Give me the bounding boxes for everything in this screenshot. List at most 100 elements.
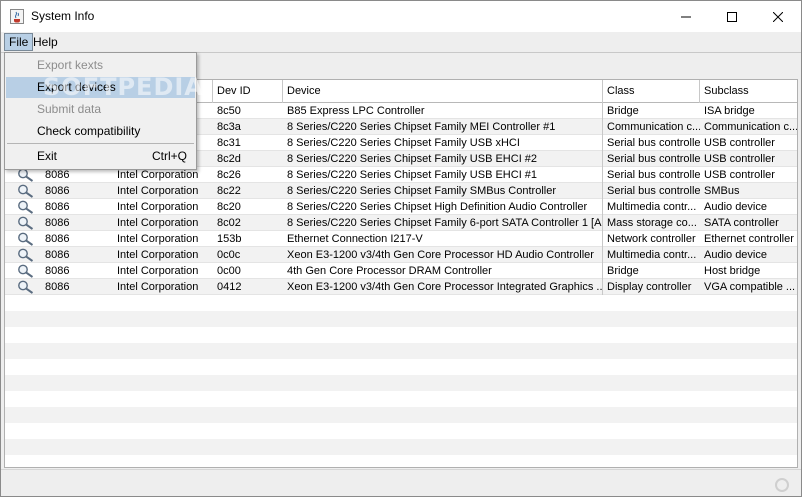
device-cell: Ethernet Connection I217-V xyxy=(283,231,603,247)
device-cell: Xeon E3-1200 v3/4th Gen Core Processor I… xyxy=(283,279,603,295)
empty-row xyxy=(5,407,797,423)
device-cell: 8 Series/C220 Series Chipset Family MEI … xyxy=(283,119,603,135)
class-cell: Network controller xyxy=(607,233,696,245)
details-cell[interactable] xyxy=(5,215,41,231)
device-cell: 8 Series/C220 Series Chipset Family USB … xyxy=(283,167,603,183)
dev-id-cell: 8c20 xyxy=(217,201,241,213)
table-row[interactable]: 8086 Intel Corporation 153b Ethernet Connec… xyxy=(5,231,797,247)
dev-id-cell: 8c50 xyxy=(217,105,241,117)
vendor-cell: Intel Corporation xyxy=(117,265,199,277)
subclass-cell: VGA compatible ... xyxy=(704,281,796,293)
dev-id-cell: 0412 xyxy=(217,281,242,293)
device-column-header[interactable]: Device xyxy=(283,80,603,103)
class-cell: Multimedia contr... xyxy=(607,249,697,261)
table-row[interactable]: 8086 Intel Corporation 8c02 8 Series/C220 S… xyxy=(5,215,797,231)
vendor-id-cell: 8086 xyxy=(45,265,70,277)
close-button[interactable] xyxy=(755,1,801,32)
class-cell: Bridge xyxy=(607,105,639,117)
subclass-cell: ISA bridge xyxy=(704,105,755,117)
device-cell: 8 Series/C220 Series Chipset High Defini… xyxy=(283,199,603,215)
subclass-cell: Audio device xyxy=(704,201,767,213)
table-row[interactable]: 8086 Intel Corporation 0c00 4th Gen Core Pr… xyxy=(5,263,797,279)
subclass-cell: Communication c... xyxy=(704,121,798,133)
menu-item-label: Check compatibility xyxy=(37,124,141,138)
magnifier-icon xyxy=(18,184,34,198)
empty-row xyxy=(5,295,797,311)
dev-id-column-header[interactable]: Dev ID xyxy=(213,80,283,103)
device-cell: 8 Series/C220 Series Chipset Family 6-po… xyxy=(283,215,603,231)
status-bar xyxy=(1,469,801,496)
dev-id-cell: 8c3a xyxy=(217,121,241,133)
menu-item-label: Exit xyxy=(37,149,58,163)
dev-id-cell: 8c22 xyxy=(217,185,241,197)
dev-id-cell: 8c26 xyxy=(217,169,241,181)
menu-item-label: Submit data xyxy=(37,102,102,116)
empty-row xyxy=(5,359,797,375)
maximize-icon xyxy=(727,11,737,22)
table-row[interactable]: 8086 Intel Corporation 8c20 8 Series/C220 S… xyxy=(5,199,797,215)
table-row[interactable]: 8086 Intel Corporation 8c22 8 Series/C220 S… xyxy=(5,183,797,199)
details-cell[interactable] xyxy=(5,183,41,199)
class-column-header[interactable]: Class xyxy=(603,80,700,103)
vendor-cell: Intel Corporation xyxy=(117,201,199,213)
subclass-column-header[interactable]: Subclass xyxy=(700,80,797,103)
empty-row xyxy=(5,327,797,343)
details-cell[interactable] xyxy=(5,279,41,295)
subclass-cell: USB controller xyxy=(704,169,775,181)
magnifier-icon xyxy=(18,232,34,246)
magnifier-icon xyxy=(18,264,34,278)
table-row[interactable]: 8086 Intel Corporation 0412 Xeon E3-1200 v3… xyxy=(5,279,797,295)
device-cell: Xeon E3-1200 v3/4th Gen Core Processor H… xyxy=(283,247,603,263)
vendor-cell: Intel Corporation xyxy=(117,249,199,261)
menu-item-submit-data: Submit data xyxy=(6,99,195,120)
details-cell[interactable] xyxy=(5,231,41,247)
dev-id-cell: 8c31 xyxy=(217,137,241,149)
device-cell: 4th Gen Core Processor DRAM Controller xyxy=(283,263,603,279)
subclass-cell: Ethernet controller xyxy=(704,233,794,245)
magnifier-icon xyxy=(18,168,34,182)
class-cell: Display controller xyxy=(607,281,692,293)
vendor-cell: Intel Corporation xyxy=(117,281,199,293)
menu-separator xyxy=(7,143,194,144)
menu-item-shortcut: Ctrl+Q xyxy=(151,149,187,163)
empty-row xyxy=(5,375,797,391)
menu-item-exit[interactable]: Exit Ctrl+Q xyxy=(6,146,195,167)
menu-item-check-compatibility[interactable]: Check compatibility xyxy=(6,121,195,142)
dev-id-cell: 0c00 xyxy=(217,265,241,277)
class-cell: Serial bus controller xyxy=(607,169,700,181)
empty-row xyxy=(5,311,797,327)
empty-row xyxy=(5,439,797,455)
table-row[interactable]: 8086 Intel Corporation 0c0c Xeon E3-1200 v3… xyxy=(5,247,797,263)
menu-item-label: Export kexts xyxy=(37,58,104,72)
class-cell: Multimedia contr... xyxy=(607,201,697,213)
device-cell: 8 Series/C220 Series Chipset Family SMBu… xyxy=(283,183,603,199)
subclass-cell: Host bridge xyxy=(704,265,761,277)
close-icon xyxy=(773,11,783,22)
class-cell: Serial bus controller xyxy=(607,185,700,197)
minimize-button[interactable] xyxy=(663,1,709,32)
menu-help[interactable]: Help xyxy=(29,33,62,51)
vendor-cell: Intel Corporation xyxy=(117,185,199,197)
dev-id-cell: 0c0c xyxy=(217,249,241,261)
class-cell: Serial bus controller xyxy=(607,153,700,165)
device-cell: 8 Series/C220 Series Chipset Family USB … xyxy=(283,135,603,151)
empty-row xyxy=(5,423,797,439)
vendor-cell: Intel Corporation xyxy=(117,233,199,245)
window-title: System Info xyxy=(31,9,95,23)
details-cell[interactable] xyxy=(5,199,41,215)
device-cell: B85 Express LPC Controller xyxy=(283,103,603,119)
empty-row xyxy=(5,343,797,359)
magnifier-icon xyxy=(18,200,34,214)
title-bar[interactable]: System Info xyxy=(1,1,801,32)
subclass-cell: Audio device xyxy=(704,249,767,261)
dev-id-cell: 8c2d xyxy=(217,153,241,165)
java-cup-icon xyxy=(10,9,24,24)
menu-item-export-devices[interactable]: Export devices xyxy=(6,77,195,98)
maximize-button[interactable] xyxy=(709,1,755,32)
vendor-id-cell: 8086 xyxy=(45,249,70,261)
subclass-cell: SMBus xyxy=(704,185,740,197)
details-cell[interactable] xyxy=(5,263,41,279)
details-cell[interactable] xyxy=(5,247,41,263)
class-cell: Serial bus controller xyxy=(607,137,700,149)
minimize-icon xyxy=(681,16,691,17)
